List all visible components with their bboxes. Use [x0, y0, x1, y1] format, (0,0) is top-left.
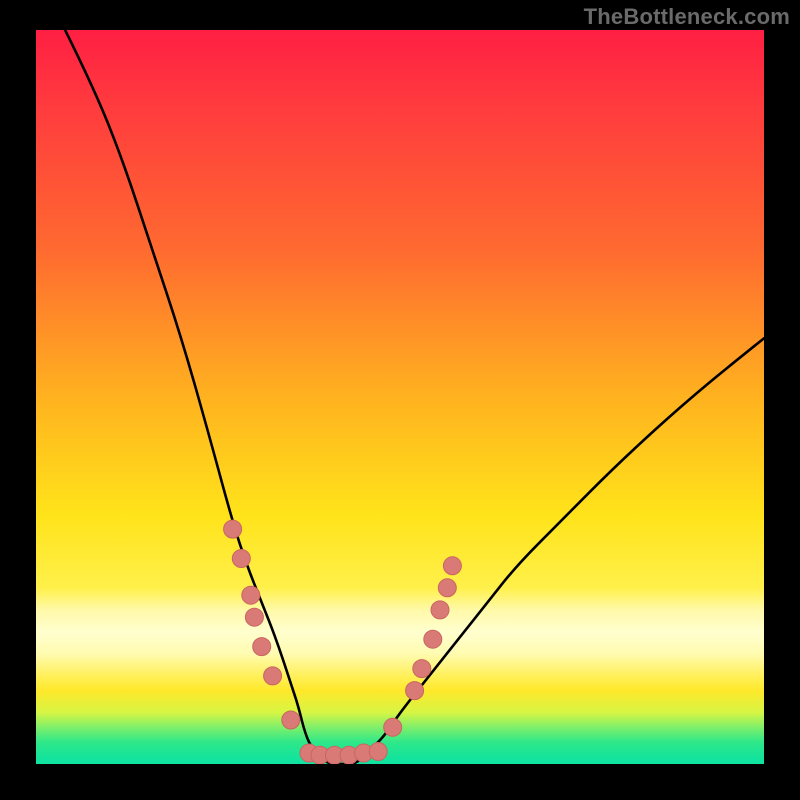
scatter-dot	[384, 718, 402, 736]
plot-area	[36, 30, 764, 764]
scatter-dot	[369, 743, 387, 761]
scatter-dot	[264, 667, 282, 685]
scatter-dot	[413, 660, 431, 678]
scatter-dot	[443, 557, 461, 575]
chart-frame: TheBottleneck.com	[0, 0, 800, 800]
scatter-dot	[224, 520, 242, 538]
scatter-dot	[438, 579, 456, 597]
watermark-text: TheBottleneck.com	[584, 4, 790, 30]
scatter-dot	[253, 638, 271, 656]
scatter-dot	[282, 711, 300, 729]
scatter-dot	[245, 608, 263, 626]
bottleneck-curve	[65, 30, 764, 764]
scatter-dot	[424, 630, 442, 648]
scatter-dot	[242, 586, 260, 604]
scatter-dot	[232, 550, 250, 568]
chart-svg	[36, 30, 764, 764]
scatter-dots	[224, 520, 462, 764]
scatter-dot	[406, 682, 424, 700]
scatter-dot	[431, 601, 449, 619]
